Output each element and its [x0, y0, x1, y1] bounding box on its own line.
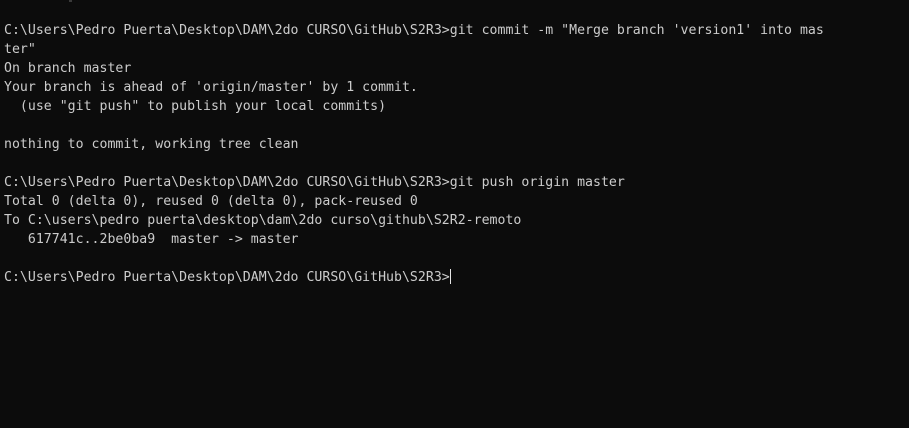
terminal-line-branch-status: On branch master [4, 61, 132, 76]
terminal-output[interactable]: C:\Users\Pedro Puerta\Desktop\DAM\2do CU… [4, 21, 909, 287]
terminal-prompt-line[interactable]: C:\Users\Pedro Puerta\Desktop\DAM\2do CU… [4, 268, 909, 287]
text-cursor [449, 269, 451, 284]
terminal-line-push-totals: Total 0 (delta 0), reused 0 (delta 0), p… [4, 194, 418, 209]
terminal-line-push-hint: (use "git push" to publish your local co… [4, 99, 387, 114]
terminal-line-ahead-status: Your branch is ahead of 'origin/master' … [4, 80, 418, 95]
terminal-line-push-remote: To C:\users\pedro puerta\desktop\dam\2do… [4, 213, 522, 228]
terminal-line-commit-command: C:\Users\Pedro Puerta\Desktop\DAM\2do CU… [4, 23, 824, 38]
terminal-window[interactable]: C:\Users\Pedro Puerta\Desktop\DAM\2do CU… [0, 0, 909, 428]
terminal-prompt: C:\Users\Pedro Puerta\Desktop\DAM\2do CU… [4, 270, 450, 285]
terminal-line-commit-command-wrap: ter" [4, 42, 36, 57]
terminal-line-push-refs: 617741c..2be0ba9 master -> master [4, 232, 299, 247]
terminal-line-push-command: C:\Users\Pedro Puerta\Desktop\DAM\2do CU… [4, 175, 625, 190]
terminal-line-nothing-to-commit: nothing to commit, working tree clean [4, 137, 299, 152]
scrolled-text-remnant [69, 0, 72, 2]
